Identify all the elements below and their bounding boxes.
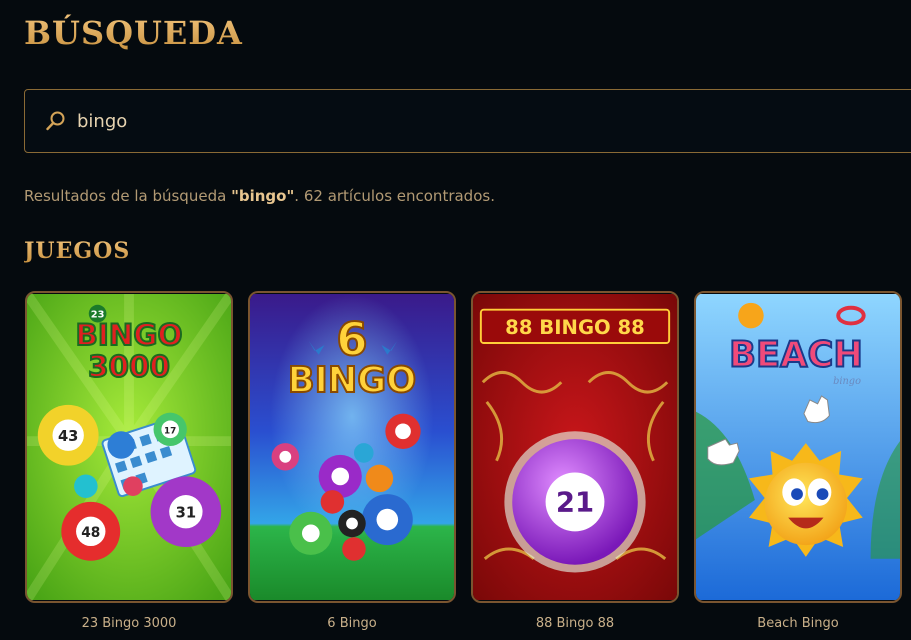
game-card-23-bingo-3000[interactable]: 23 BINGO 3000 43 17 31 48 bbox=[25, 291, 233, 603]
ball-31: 31 bbox=[176, 505, 196, 522]
game-thumbnail: BEACH bingo bbox=[696, 294, 900, 600]
game-title[interactable]: 23 Bingo 3000 bbox=[25, 616, 233, 631]
game-title[interactable]: 88 Bingo 88 bbox=[471, 616, 679, 631]
logo-line2: BINGO bbox=[288, 360, 417, 401]
logo-line1: 6 bbox=[336, 313, 367, 366]
results-prefix: Resultados de la búsqueda bbox=[24, 187, 232, 205]
logo-line1: BINGO bbox=[75, 318, 182, 352]
ball-number: 21 bbox=[556, 488, 594, 519]
games-section-title: JUEGOS bbox=[24, 238, 131, 264]
game-card-88-bingo-88[interactable]: 88 BINGO 88 21 bbox=[471, 291, 679, 603]
logo-line2: 3000 bbox=[88, 349, 170, 383]
ball-43: 43 bbox=[58, 428, 78, 445]
ball-48: 48 bbox=[81, 525, 100, 541]
page-title: BÚSQUEDA bbox=[24, 14, 243, 52]
game-title[interactable]: 6 Bingo bbox=[248, 616, 456, 631]
ball-17: 17 bbox=[164, 426, 176, 436]
search-page: BÚSQUEDA Resultados de la búsqueda "bing… bbox=[0, 0, 911, 640]
game-thumbnail: 6 BINGO bbox=[250, 294, 454, 600]
game-thumbnail: 88 BINGO 88 21 bbox=[473, 294, 677, 600]
results-query: "bingo" bbox=[231, 187, 295, 205]
search-icon bbox=[46, 111, 65, 131]
game-card-beach-bingo[interactable]: BEACH bingo bbox=[694, 291, 902, 603]
results-suffix: . 62 artículos encontrados. bbox=[294, 187, 495, 205]
logo-line1: BEACH bbox=[729, 335, 863, 376]
logo-line2: bingo bbox=[833, 376, 861, 387]
game-card-6-bingo[interactable]: 6 BINGO bbox=[248, 291, 456, 603]
game-thumbnail: 23 BINGO 3000 43 17 31 48 bbox=[27, 293, 231, 601]
search-box[interactable] bbox=[24, 89, 911, 153]
game-title[interactable]: Beach Bingo bbox=[694, 616, 902, 631]
search-input[interactable] bbox=[77, 90, 677, 152]
results-summary: Resultados de la búsqueda "bingo". 62 ar… bbox=[24, 187, 495, 205]
logo-title: 88 BINGO 88 bbox=[505, 316, 645, 339]
